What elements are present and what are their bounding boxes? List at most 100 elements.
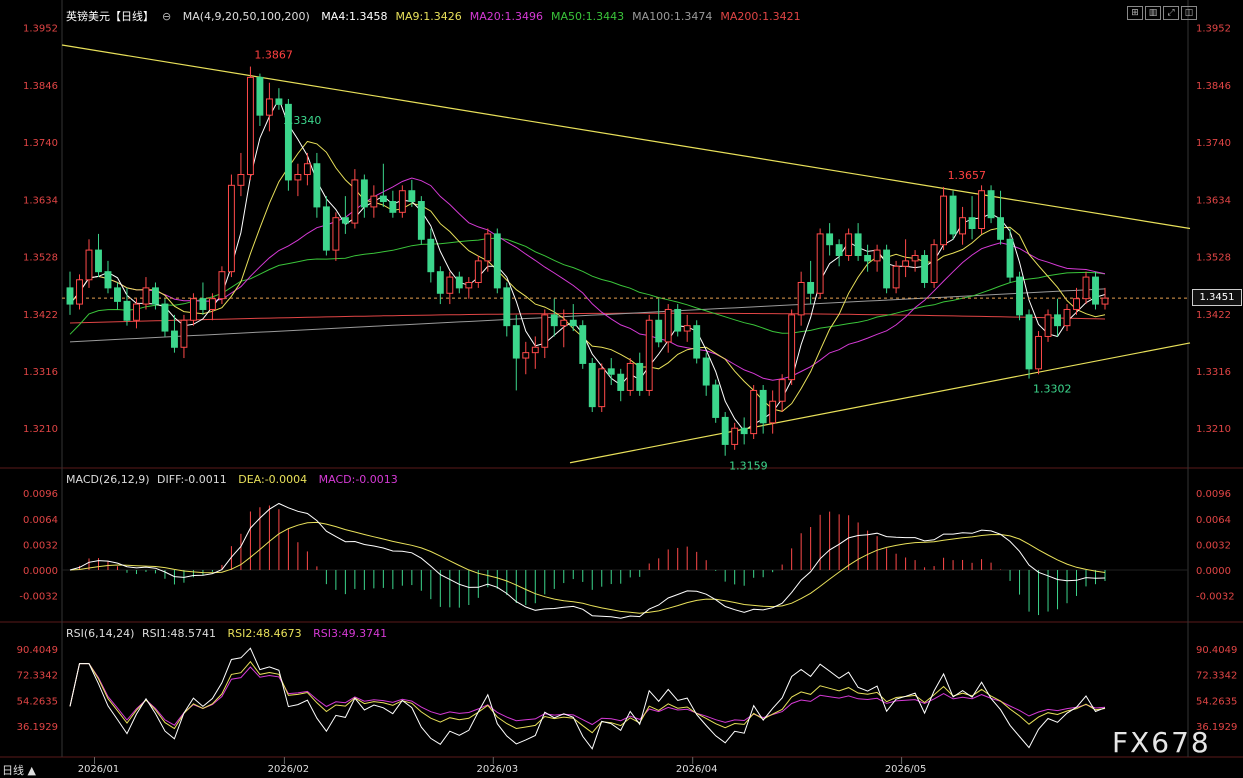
rsi2-value: RSI2:48.4673 [227, 627, 302, 640]
candle-body [303, 163, 311, 176]
lock-icon[interactable]: ⊖ [162, 10, 171, 23]
price-tick-left-4: 1.3528 [23, 253, 58, 264]
expand-icon[interactable]: ⤢ [1163, 6, 1179, 20]
candle-body [1092, 276, 1099, 305]
macd-tick-right-2: 0.0032 [1196, 540, 1231, 551]
candle-body [902, 260, 910, 267]
ma-value-5: MA200:1.3421 [720, 10, 801, 23]
candle-body [873, 249, 881, 262]
candle-body [807, 281, 815, 294]
candle-body [550, 314, 558, 327]
price-annotation-4: 1.3302 [1033, 383, 1072, 396]
price-annotation-1: 1.3340 [283, 114, 322, 127]
candle-body [408, 190, 416, 203]
candle-body [389, 201, 397, 213]
candle-body [114, 287, 121, 302]
ma-value-4: MA100:1.3474 [632, 10, 713, 23]
watermark: FX678 [1112, 726, 1211, 759]
candle-body [294, 174, 302, 181]
window-icon[interactable]: ◫ [1181, 6, 1197, 20]
candle-body [579, 325, 587, 364]
candle-body [104, 271, 112, 289]
candle-body [76, 279, 83, 305]
candle-body [189, 298, 197, 321]
ma-value-2: MA20:1.3496 [469, 10, 543, 23]
candle-body [759, 389, 767, 424]
candle-body [645, 319, 653, 391]
candle-body [636, 362, 644, 391]
candle-body [750, 389, 758, 435]
macd-tick-right-3: 0.0000 [1196, 566, 1231, 577]
rsi3-line [69, 663, 1106, 726]
candle-body [208, 298, 216, 310]
candle-body [721, 416, 729, 445]
candle-body [152, 287, 159, 305]
candle-body [1035, 335, 1042, 370]
crosshair-icon[interactable]: ⊞ [1127, 6, 1143, 20]
rsi-tick-right-0: 90.4049 [1196, 645, 1237, 656]
rsi-tick-left-2: 54.2635 [17, 696, 58, 707]
candle-body [341, 217, 349, 224]
candle-body [1025, 314, 1033, 370]
candle-body [142, 287, 150, 305]
candle-body [218, 271, 226, 300]
candle-body [1054, 314, 1061, 327]
candle-body [180, 319, 188, 348]
ma-params: MA(4,9,20,50,100,200) [182, 10, 310, 23]
candle-body [95, 249, 102, 273]
candle-body [835, 244, 843, 256]
candle-body [959, 217, 967, 235]
candle-body [978, 190, 986, 230]
candle-body [370, 195, 378, 208]
macd-tick-left-3: 0.0000 [23, 566, 58, 577]
candle-body [674, 308, 682, 332]
candle-body [940, 195, 948, 246]
rsi-params: RSI(6,14,24) [66, 627, 135, 640]
candle-body [161, 303, 169, 332]
candle-body [531, 346, 539, 354]
candle-body [246, 76, 254, 176]
layout-icon[interactable]: ▥ [1145, 6, 1161, 20]
rsi-tick-left-3: 36.1929 [17, 722, 58, 733]
candle-body [949, 195, 957, 235]
macd-dea-line [69, 521, 1106, 614]
macd-tick-left-1: 0.0064 [23, 515, 58, 526]
candle-body [227, 184, 235, 273]
candle-body [788, 314, 796, 381]
macd-value: MACD:-0.0013 [318, 473, 398, 486]
price-tick-right-0: 1.3952 [1196, 24, 1231, 35]
macd-tick-left-2: 0.0032 [23, 540, 58, 551]
x-label-0: 2026/01 [78, 764, 120, 775]
candle-body [664, 308, 672, 343]
current-price-tag: 1.3451 [1192, 289, 1242, 306]
ma-value-0: MA4:1.3458 [321, 10, 388, 23]
x-label-2: 2026/03 [477, 764, 519, 775]
candle-body [398, 190, 406, 213]
rsi-tick-left-0: 90.4049 [17, 645, 58, 656]
candle-body [446, 276, 454, 294]
price-tick-left-1: 1.3846 [23, 81, 58, 92]
candle-body [436, 271, 444, 294]
macd-diff-line [69, 502, 1106, 619]
macd-dea: DEA:-0.0004 [238, 473, 308, 486]
candle-body [1006, 238, 1014, 278]
candle-body [474, 260, 482, 283]
rsi-tick-right-2: 54.2635 [1196, 696, 1237, 707]
price-annotation-0: 1.3867 [254, 49, 293, 62]
price-annotation-3: 1.3657 [948, 169, 987, 182]
candle-body [465, 281, 473, 289]
symbol-title[interactable]: 英镑美元【日线】 [66, 10, 154, 23]
candle-body [427, 238, 435, 273]
candle-body [522, 352, 530, 359]
price-tick-right-3: 1.3634 [1196, 195, 1231, 206]
candle-body [417, 201, 425, 240]
candle-body [265, 98, 273, 116]
macd-params: MACD(26,12,9) [66, 473, 150, 486]
price-tick-right-6: 1.3316 [1196, 367, 1231, 378]
candle-body [1044, 314, 1052, 337]
chart-canvas: 1.3952 1.3952 1.3846 1.3846 1.3740 1.3740 1.36… [0, 0, 1243, 775]
candle-body [712, 384, 720, 418]
candle-body [455, 276, 463, 289]
period-label[interactable]: 日线 ▲ [2, 762, 36, 778]
candle-body [322, 206, 330, 251]
